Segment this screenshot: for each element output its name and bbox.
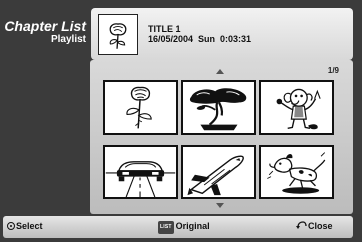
original-hint[interactable]: LIST Original	[158, 221, 210, 234]
scroll-up-arrow-icon[interactable]	[216, 69, 224, 74]
return-icon	[296, 221, 307, 229]
select-label: Select	[16, 221, 43, 231]
rose-icon	[126, 86, 152, 129]
chapter-thumbnail-6[interactable]	[259, 145, 334, 199]
original-label: Original	[175, 221, 210, 231]
menu-subtitle: Playlist	[50, 34, 86, 45]
menu-title-block: Chapter List Playlist	[4, 19, 86, 46]
chapter-thumbnail-1[interactable]	[103, 80, 178, 135]
car-road-icon	[105, 161, 176, 197]
cartoon-dog-icon	[267, 152, 326, 194]
chapter-grid: 1/9	[90, 60, 353, 214]
title-info-box: TITLE 1 16/05/2004 Sun 0:03:31	[91, 8, 353, 60]
select-hint[interactable]: Select	[7, 221, 43, 232]
list-key-icon: LIST	[158, 221, 174, 234]
recording-date: 16/05/2004 Sun 0:03:31	[148, 34, 252, 44]
chapter-thumbnail-4[interactable]	[103, 145, 178, 199]
space-shuttle-icon	[187, 155, 244, 196]
enter-button-icon	[7, 222, 15, 230]
bonsai-tree-icon	[189, 88, 247, 131]
cartoon-elephant-icon	[276, 88, 321, 130]
close-hint[interactable]: Close	[296, 221, 333, 232]
scroll-down-arrow-icon[interactable]	[216, 203, 224, 208]
chapter-thumbnail-5[interactable]	[181, 145, 256, 199]
title-name: TITLE 1	[148, 24, 181, 34]
bottom-bar: Select LIST Original Close	[0, 214, 362, 242]
help-bar: Select LIST Original Close	[3, 216, 353, 238]
chapter-thumbnail-2[interactable]	[181, 80, 256, 135]
rose-icon	[98, 14, 138, 55]
chapter-list-screen: Chapter List Playlist TITLE 1 16/05/2004…	[0, 0, 362, 242]
menu-title: Chapter List	[4, 18, 86, 34]
close-label: Close	[308, 221, 333, 231]
page-counter: 1/9	[327, 66, 339, 75]
chapter-thumbnail-3[interactable]	[259, 80, 334, 135]
title-info-text: TITLE 1 16/05/2004 Sun 0:03:31	[148, 24, 251, 44]
